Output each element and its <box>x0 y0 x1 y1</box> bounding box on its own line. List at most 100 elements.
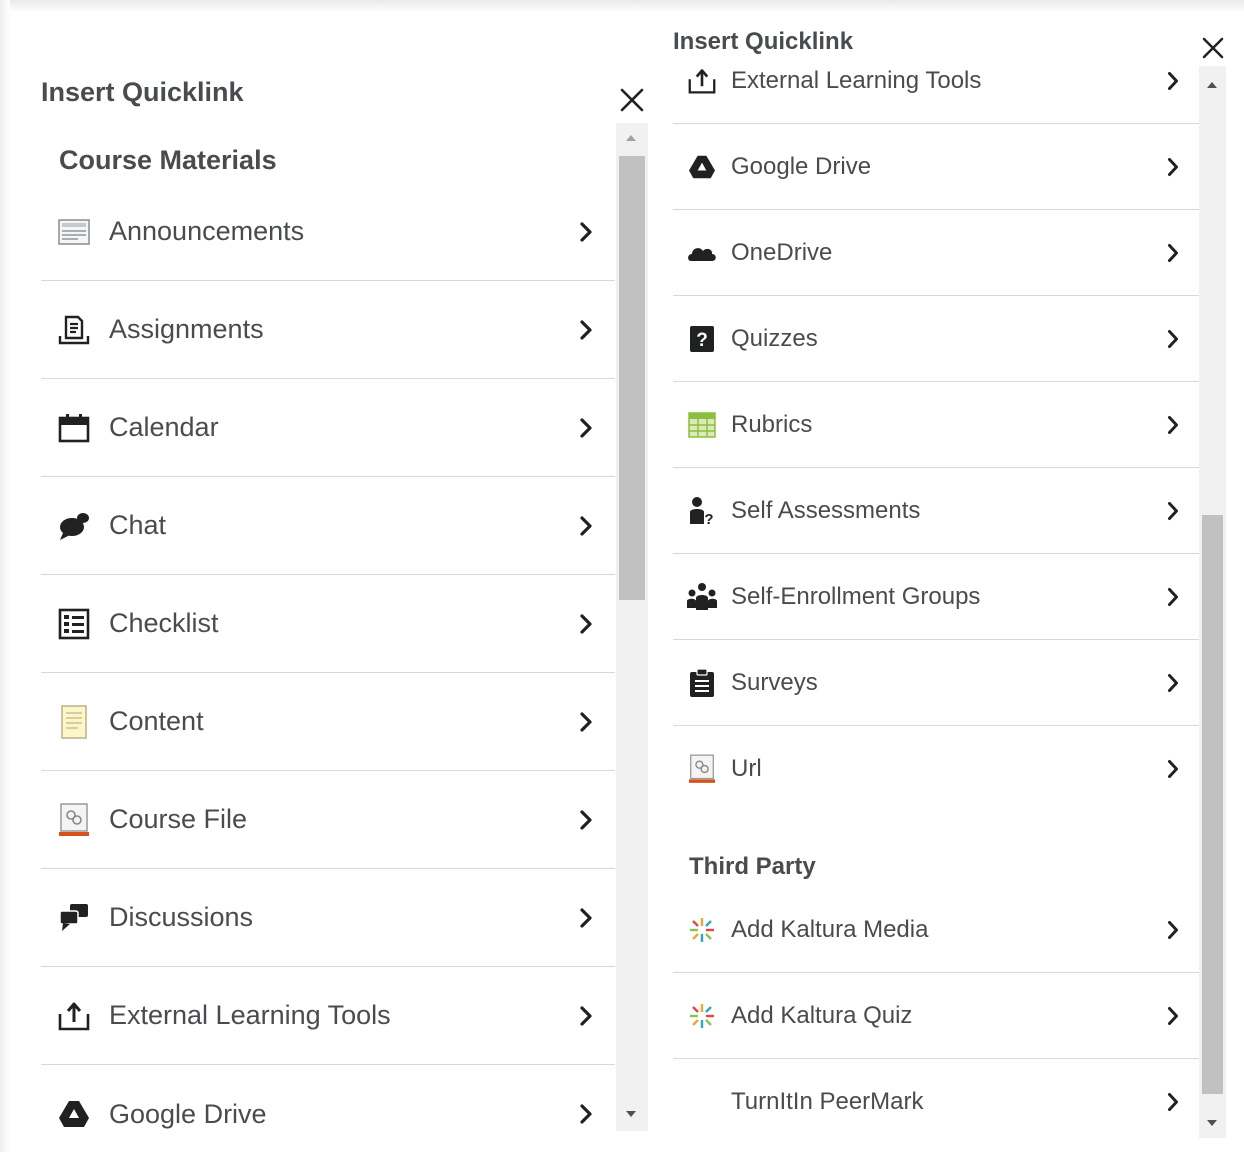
quicklink-item-google-drive[interactable]: Google Drive <box>41 1065 615 1152</box>
chevron-right-icon <box>1167 157 1179 177</box>
quicklink-item-label: Assignments <box>109 314 264 344</box>
dialog-title: Insert Quicklink <box>41 77 244 107</box>
quicklink-item-discussions[interactable]: Discussions <box>41 869 615 967</box>
quicklink-item-label: Chat <box>109 510 167 540</box>
self-assessments-icon: ? <box>687 496 717 526</box>
surveys-icon <box>687 667 717 698</box>
quicklink-item-label: Surveys <box>731 668 818 696</box>
right-quicklink-dialog: Insert Quicklink External Learning Tools… <box>660 0 1244 1152</box>
chevron-right-icon <box>1167 329 1179 349</box>
quicklink-item-label: TurnItIn PeerMark <box>731 1088 924 1115</box>
section-heading-course-materials: Course Materials <box>59 145 277 175</box>
scroll-up-arrow[interactable] <box>1207 82 1217 88</box>
quicklink-item-turnitin-peermark[interactable]: TurnItIn PeerMark <box>673 1059 1199 1145</box>
quicklink-item-label: Quizzes <box>731 324 818 352</box>
onedrive-icon <box>687 243 717 263</box>
chevron-right-icon <box>579 1103 593 1125</box>
google-drive-icon <box>57 1099 91 1129</box>
close-icon <box>620 88 644 112</box>
quicklink-item-content[interactable]: Content <box>41 673 615 771</box>
quicklink-item-label: Self Assessments <box>731 496 921 524</box>
chevron-right-icon <box>1167 1006 1179 1026</box>
scrollbar[interactable] <box>616 123 648 1131</box>
quicklink-item-label: Google Drive <box>109 1098 267 1129</box>
quicklink-item-surveys[interactable]: Surveys <box>673 640 1199 726</box>
discussions-icon <box>57 902 91 934</box>
chevron-right-icon <box>1167 243 1179 263</box>
quicklink-item-assignments[interactable]: Assignments <box>41 281 615 379</box>
chevron-right-icon <box>579 1005 593 1027</box>
quicklink-item-url[interactable]: Url <box>673 726 1199 812</box>
quicklink-item-google-drive[interactable]: Google Drive <box>673 124 1199 210</box>
quicklink-item-external-learning-tools[interactable]: External Learning Tools <box>673 38 1199 124</box>
calendar-icon <box>57 412 91 444</box>
url-icon <box>687 754 717 784</box>
scroll-down-arrow[interactable] <box>626 1111 636 1117</box>
chevron-right-icon <box>579 907 593 929</box>
quicklink-item-course-file[interactable]: Course File <box>41 771 615 869</box>
close-icon <box>1202 37 1224 59</box>
close-button[interactable] <box>1201 36 1225 60</box>
quicklink-item-label: Checklist <box>109 608 219 638</box>
quicklink-item-label: Course File <box>109 804 248 834</box>
quicklink-item-label: Rubrics <box>731 410 813 438</box>
quicklink-item-quizzes[interactable]: ? Quizzes <box>673 296 1199 382</box>
quicklink-item-label: Add Kaltura Media <box>731 915 929 943</box>
chevron-right-icon <box>579 417 593 439</box>
quicklink-item-checklist[interactable]: Checklist <box>41 575 615 673</box>
chevron-right-icon <box>1167 415 1179 435</box>
scrollbar-thumb[interactable] <box>1202 515 1223 1094</box>
checklist-icon <box>57 608 91 640</box>
quicklink-list: External Learning Tools Google Drive One… <box>673 38 1199 1152</box>
quicklink-list: Course Materials Announcements Assignmen… <box>41 125 615 1152</box>
scroll-down-arrow[interactable] <box>1207 1120 1217 1126</box>
quicklink-item-label: Calendar <box>109 412 219 442</box>
quicklink-item-label: Announcements <box>109 216 305 246</box>
quicklink-item-add-kaltura-media[interactable]: Add Kaltura Media <box>673 887 1199 973</box>
content-icon <box>57 704 91 739</box>
chevron-right-icon <box>1167 501 1179 521</box>
quicklink-item-self-enrollment-groups[interactable]: Self-Enrollment Groups <box>673 554 1199 640</box>
chevron-right-icon <box>1167 587 1179 607</box>
quicklink-item-onedrive[interactable]: OneDrive <box>673 210 1199 296</box>
quicklink-item-self-assessments[interactable]: ? Self Assessments <box>673 468 1199 554</box>
svg-text:?: ? <box>696 330 708 351</box>
external-tools-icon <box>687 67 717 95</box>
scroll-up-arrow[interactable] <box>626 135 636 141</box>
quicklink-item-calendar[interactable]: Calendar <box>41 379 615 477</box>
course-file-icon <box>57 802 91 837</box>
svg-text:?: ? <box>704 511 713 526</box>
quicklink-item-label: External Learning Tools <box>109 1000 391 1030</box>
kaltura-icon <box>687 916 717 944</box>
chevron-right-icon <box>1167 71 1179 91</box>
quicklink-item-rubrics[interactable]: Rubrics <box>673 382 1199 468</box>
announcements-icon <box>57 218 91 245</box>
chevron-right-icon <box>1167 759 1179 779</box>
quicklink-item-label: Content <box>109 706 204 736</box>
chevron-right-icon <box>579 809 593 831</box>
quizzes-icon: ? <box>687 325 717 353</box>
chevron-right-icon <box>579 319 593 341</box>
groups-icon <box>687 582 717 611</box>
google-drive-icon <box>687 154 717 180</box>
quicklink-item-chat[interactable]: Chat <box>41 477 615 575</box>
scrollbar[interactable] <box>1199 66 1226 1138</box>
quicklink-item-label: Add Kaltura Quiz <box>731 1001 913 1029</box>
quicklink-item-label: Discussions <box>109 902 254 932</box>
quicklink-item-label: External Learning Tools <box>731 66 982 94</box>
chat-icon <box>57 510 91 542</box>
quicklink-item-label: Google Drive <box>731 152 872 180</box>
quicklink-item-label: OneDrive <box>731 238 833 266</box>
left-quicklink-dialog: Insert Quicklink Course Materials Announ… <box>0 0 660 1152</box>
kaltura-icon <box>687 1002 717 1030</box>
scrollbar-thumb[interactable] <box>619 156 645 600</box>
close-button[interactable] <box>619 87 645 113</box>
chevron-right-icon <box>579 613 593 635</box>
quicklink-item-label: Self-Enrollment Groups <box>731 582 981 610</box>
assignments-icon <box>57 314 91 346</box>
quicklink-item-add-kaltura-quiz[interactable]: Add Kaltura Quiz <box>673 973 1199 1059</box>
quicklink-item-announcements[interactable]: Announcements <box>41 183 615 281</box>
quicklink-item-label: Url <box>731 755 762 782</box>
quicklink-item-external-learning-tools[interactable]: External Learning Tools <box>41 967 615 1065</box>
chevron-right-icon <box>1167 673 1179 693</box>
